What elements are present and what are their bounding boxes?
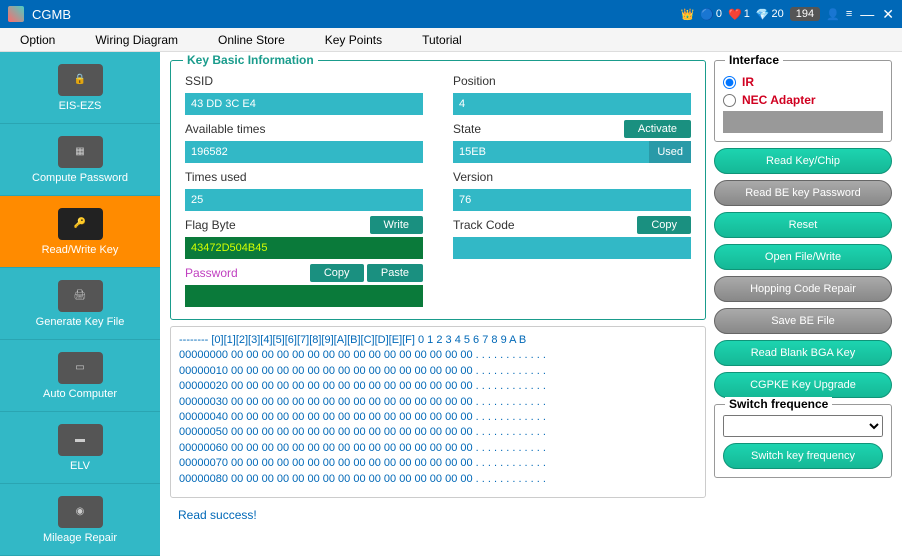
nav-label: ELV [70,460,90,472]
write-button[interactable]: Write [370,216,423,234]
nav-label: Compute Password [32,172,128,184]
interface-status-bar [723,111,883,133]
radio-nec-label: NEC Adapter [742,93,816,107]
menu-wiring[interactable]: Wiring Diagram [95,33,178,47]
user-icon[interactable]: 👤 [826,8,840,21]
minimize-button[interactable]: — [860,6,874,22]
kbi-legend: Key Basic Information [183,53,318,67]
gauge-icon: ◉ [58,496,103,528]
state-label: State [453,122,481,136]
hex-viewer[interactable]: -------- [0][1][2][3][4][5][6][7][8][9][… [170,326,706,498]
position-value: 4 [453,93,691,115]
copy-track-button[interactable]: Copy [637,216,691,234]
nav-label: EIS-EZS [59,100,102,112]
key-icon: 🔑 [58,208,103,240]
key-basic-info-panel: Key Basic Information SSID 43 DD 3C E4 P… [170,60,706,320]
hex-row: 00000050 00 00 00 00 00 00 00 00 00 00 0… [179,425,697,440]
flag-value: 43472D504B45 [185,237,423,259]
nav-label: Read/Write Key [42,244,119,256]
header-stats: 👑 🔵 0 ❤️ 1 💎 20 194 👤 ≡ [680,7,852,21]
avail-label: Available times [185,119,423,139]
freq-legend: Switch frequence [725,397,832,411]
nav-label: Auto Computer [43,388,117,400]
radio-nec-input[interactable] [723,94,736,107]
menu-bar: Option Wiring Diagram Online Store Key P… [0,28,902,52]
app-logo-icon [8,6,24,22]
reset-button[interactable]: Reset [714,212,892,238]
switch-key-frequency-button[interactable]: Switch key frequency [723,443,883,469]
state-value: 15EBUsed [453,141,691,163]
hex-header: -------- [0][1][2][3][4][5][6][7][8][9][… [179,333,697,348]
menu-icon[interactable]: ≡ [846,8,852,20]
copy-password-button[interactable]: Copy [310,264,364,282]
hex-row: 00000070 00 00 00 00 00 00 00 00 00 00 0… [179,456,697,471]
hex-row: 00000030 00 00 00 00 00 00 00 00 00 00 0… [179,395,697,410]
menu-keypoints[interactable]: Key Points [325,33,382,47]
sidebar: 🔒 EIS-EZS ▦ Compute Password 🔑 Read/Write K… [0,52,160,538]
safe-icon: 🔒 [58,64,103,96]
printer-icon: 🖨 [58,280,103,312]
nav-generate-key-file[interactable]: 🖨 Generate Key File [0,268,160,340]
interface-legend: Interface [725,53,783,67]
app-title: CGMB [32,7,680,22]
stat-gray: 194 [790,7,820,21]
track-value [453,237,691,259]
cgpke-upgrade-button[interactable]: CGPKE Key Upgrade [714,372,892,398]
hex-row: 00000060 00 00 00 00 00 00 00 00 00 00 0… [179,441,697,456]
chip-icon: ▦ [58,136,103,168]
radio-ir-label: IR [742,75,754,89]
ssid-value: 43 DD 3C E4 [185,93,423,115]
menu-store[interactable]: Online Store [218,33,285,47]
avail-value: 196582 [185,141,423,163]
hopping-code-repair-button[interactable]: Hopping Code Repair [714,276,892,302]
track-label: Track Code [453,218,515,232]
password-label: Password [185,266,238,280]
stat-blue: 🔵 0 [700,8,722,21]
hex-row: 00000020 00 00 00 00 00 00 00 00 00 00 0… [179,379,697,394]
nav-read-write-key[interactable]: 🔑 Read/Write Key [0,196,160,268]
hex-row: 00000010 00 00 00 00 00 00 00 00 00 00 0… [179,364,697,379]
board-icon: ▬ [58,424,103,456]
nav-eis-ezs[interactable]: 🔒 EIS-EZS [0,52,160,124]
frequency-select[interactable] [723,415,883,437]
read-be-password-button[interactable]: Read BE key Password [714,180,892,206]
interface-panel: Interface IR NEC Adapter [714,60,892,142]
flag-label: Flag Byte [185,218,236,232]
menu-tutorial[interactable]: Tutorial [422,33,462,47]
version-label: Version [453,167,691,187]
menu-option[interactable]: Option [20,33,55,47]
times-label: Times used [185,167,423,187]
paste-password-button[interactable]: Paste [367,264,423,282]
title-bar: CGMB 👑 🔵 0 ❤️ 1 💎 20 194 👤 ≡ — ✕ [0,0,902,28]
radio-ir[interactable]: IR [723,75,883,89]
activate-button[interactable]: Activate [624,120,691,138]
status-message: Read success! [170,504,706,526]
nav-auto-computer[interactable]: ▭ Auto Computer [0,340,160,412]
close-button[interactable]: ✕ [882,6,894,23]
read-key-chip-button[interactable]: Read Key/Chip [714,148,892,174]
nav-mileage-repair[interactable]: ◉Mileage Repair [0,484,160,556]
hex-row: 00000040 00 00 00 00 00 00 00 00 00 00 0… [179,410,697,425]
radio-ir-input[interactable] [723,76,736,89]
stat-green: 💎 20 [756,8,784,21]
nav-label: Generate Key File [36,316,125,328]
hex-row: 00000000 00 00 00 00 00 00 00 00 00 00 0… [179,348,697,363]
ecu-icon: ▭ [58,352,103,384]
times-value: 25 [185,189,423,211]
password-value [185,285,423,307]
ssid-label: SSID [185,71,423,91]
switch-frequence-panel: Switch frequence Switch key frequency [714,404,892,478]
nav-compute-password[interactable]: ▦ Compute Password [0,124,160,196]
save-be-file-button[interactable]: Save BE File [714,308,892,334]
open-file-write-button[interactable]: Open File/Write [714,244,892,270]
crown-icon: 👑 [680,8,694,21]
version-value: 76 [453,189,691,211]
radio-nec[interactable]: NEC Adapter [723,93,883,107]
hex-row: 00000080 00 00 00 00 00 00 00 00 00 00 0… [179,472,697,487]
position-label: Position [453,71,691,91]
stat-red: ❤️ 1 [728,8,750,21]
read-blank-bga-button[interactable]: Read Blank BGA Key [714,340,892,366]
nav-elv[interactable]: ▬ ELV [0,412,160,484]
